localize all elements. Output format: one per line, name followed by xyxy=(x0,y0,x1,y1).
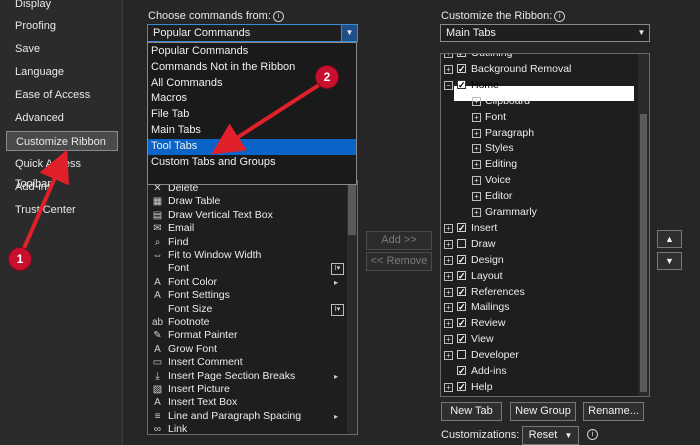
annotation-badge-2: 2 xyxy=(316,66,338,88)
arrow-to-customize-ribbon xyxy=(19,149,70,256)
arrow-to-tool-tabs xyxy=(211,81,324,155)
annotation-badge-1: 1 xyxy=(9,248,31,270)
annotation-arrows xyxy=(19,81,324,256)
